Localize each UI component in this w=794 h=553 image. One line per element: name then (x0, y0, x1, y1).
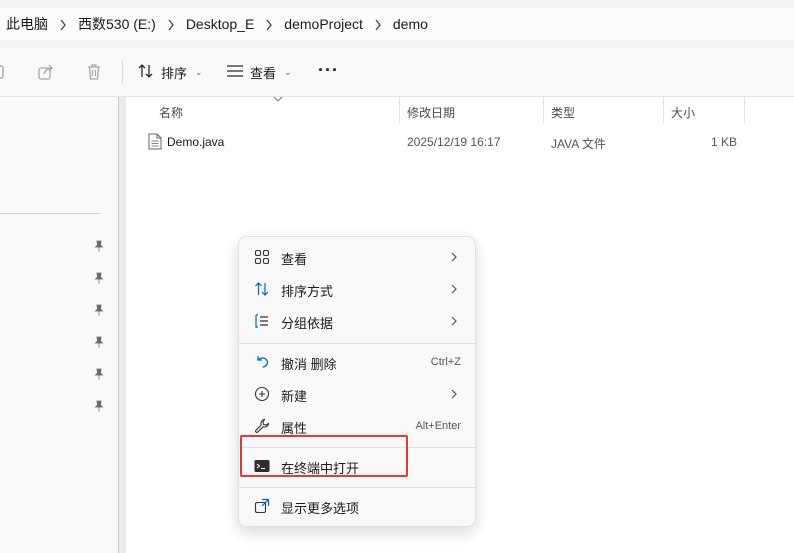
chevron-down-icon: ⌄ (284, 66, 292, 77)
nav-divider (0, 213, 100, 214)
pin-icon[interactable] (93, 304, 105, 316)
delete-icon[interactable] (84, 62, 104, 82)
pin-icon[interactable] (93, 368, 105, 380)
view-button[interactable]: 查看 ⌄ (226, 60, 292, 84)
menu-item-view[interactable]: 查看 (243, 242, 471, 272)
column-divider[interactable] (399, 97, 400, 123)
menu-item-undo[interactable]: 撤消 删除 Ctrl+Z (243, 347, 471, 377)
pin-icon[interactable] (93, 272, 105, 284)
sort-button[interactable]: 排序 ⌄ (137, 60, 203, 84)
column-header-type[interactable]: 类型 (551, 101, 575, 123)
breadcrumb[interactable]: 此电脑 西数530 (E:) Desktop_E demoProject dem… (0, 8, 794, 40)
command-bar: 排序 ⌄ 查看 ⌄ ··· (0, 48, 794, 97)
breadcrumb-demo[interactable]: demo (393, 16, 428, 32)
pin-icon[interactable] (93, 336, 105, 348)
sort-label: 排序 (161, 65, 188, 81)
chevron-right-icon[interactable] (254, 17, 284, 32)
highlight-annotation-box (240, 435, 408, 477)
sort-icon (254, 281, 270, 297)
menu-item-label: 显示更多选项 (281, 501, 360, 516)
group-icon (254, 313, 270, 329)
more-options-button[interactable]: ··· (318, 61, 339, 79)
column-divider[interactable] (744, 97, 745, 123)
file-name: Demo.java (167, 135, 225, 149)
file-modified: 2025/12/19 16:17 (407, 135, 501, 149)
copy-icon[interactable] (0, 62, 12, 82)
menu-item-new[interactable]: 新建 (243, 379, 471, 409)
column-header-name[interactable]: 名称 (159, 101, 183, 123)
table-row[interactable]: Demo.java 2025/12/19 16:17 JAVA 文件 1 KB (126, 131, 794, 153)
pin-icon[interactable] (93, 240, 105, 252)
chevron-right-icon (449, 282, 459, 296)
shortcut-label: Alt+Enter (415, 420, 461, 432)
menu-separator (239, 487, 475, 488)
menu-item-sort[interactable]: 排序方式 (243, 274, 471, 304)
address-bar: 此电脑 西数530 (E:) Desktop_E demoProject dem… (0, 0, 794, 48)
file-type: JAVA 文件 (551, 137, 606, 151)
chevron-right-icon (449, 314, 459, 328)
wrench-icon (254, 418, 270, 434)
undo-icon (254, 354, 270, 370)
view-icon (226, 64, 244, 81)
column-divider[interactable] (543, 97, 544, 123)
breadcrumb-drive[interactable]: 西数530 (E:) (78, 14, 156, 34)
chevron-right-icon (449, 250, 459, 264)
add-circle-icon (254, 386, 270, 402)
column-divider[interactable] (663, 97, 664, 123)
toolbar-divider (122, 60, 123, 84)
view-label: 查看 (250, 65, 277, 81)
column-header-size[interactable]: 大小 (671, 101, 695, 123)
context-menu: 查看 排序方式 分组依据 撤消 删除 Ctrl+Z 新建 属性 Alt+Ente… (238, 236, 476, 527)
chevron-right-icon[interactable] (363, 17, 393, 32)
file-icon (148, 133, 162, 153)
menu-item-show-more-options[interactable]: 显示更多选项 (243, 491, 471, 521)
menu-item-group[interactable]: 分组依据 (243, 306, 471, 336)
menu-item-label: 查看 (281, 252, 308, 267)
menu-separator (239, 343, 475, 344)
menu-item-label: 新建 (281, 389, 308, 404)
menu-item-label: 分组依据 (281, 316, 334, 331)
column-header-modified[interactable]: 修改日期 (407, 101, 455, 123)
sort-icon (137, 63, 155, 82)
share-icon[interactable] (36, 62, 56, 82)
menu-item-label: 排序方式 (281, 284, 334, 299)
sort-indicator-icon (273, 91, 283, 106)
file-size: 1 KB (710, 135, 737, 149)
chevron-right-icon[interactable] (156, 17, 186, 32)
shortcut-label: Ctrl+Z (430, 356, 461, 368)
chevron-down-icon: ⌄ (195, 66, 203, 77)
grid-icon (254, 249, 270, 265)
pin-icon[interactable] (93, 400, 105, 412)
breadcrumb-this-pc[interactable]: 此电脑 (6, 14, 48, 34)
menu-item-label: 撤消 删除 (281, 357, 337, 372)
chevron-right-icon[interactable] (48, 17, 78, 32)
breadcrumb-demoproject[interactable]: demoProject (284, 16, 363, 32)
navigation-pane (0, 97, 118, 553)
breadcrumb-desktop[interactable]: Desktop_E (186, 16, 254, 32)
open-external-icon (254, 498, 270, 514)
chevron-right-icon (449, 387, 459, 401)
pane-splitter[interactable] (118, 97, 126, 553)
